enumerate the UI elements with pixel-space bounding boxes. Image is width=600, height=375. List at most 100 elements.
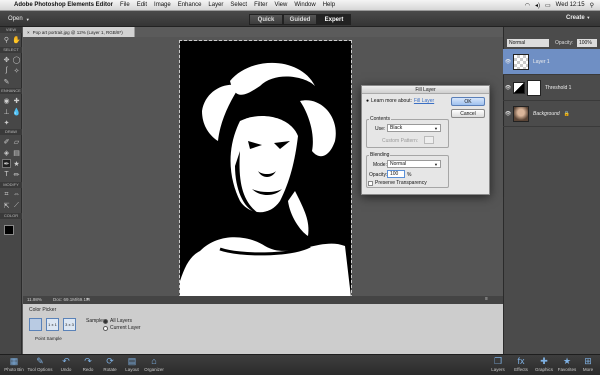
marquee-tool-icon[interactable]: ◯ [12, 55, 21, 64]
ok-button[interactable]: OK [451, 97, 485, 106]
mode-select[interactable]: Normal ▼ [387, 160, 441, 168]
fill-layer-dialog: Fill Layer ● Learn more about: Fill Laye… [361, 85, 490, 195]
zoom-tool-icon[interactable]: ⚲ [2, 35, 11, 44]
close-icon[interactable]: × [27, 30, 30, 35]
recompose-tool-icon[interactable]: ⇔ [12, 190, 21, 199]
magic-wand-tool-icon[interactable]: ✧ [12, 66, 21, 75]
section-color: COLOR [0, 213, 22, 219]
zoom-level[interactable]: 11.98% [27, 297, 42, 302]
more-button[interactable]: ⊞ More [574, 356, 600, 372]
open-button[interactable]: Open ▼ [4, 14, 34, 24]
clock[interactable]: Wed 12:15 [556, 2, 585, 8]
custom-pattern-label: Custom Pattern: [382, 138, 419, 144]
sponge-tool-icon[interactable]: ✦ [2, 118, 11, 127]
clone-stamp-tool-icon[interactable]: ⊥ [2, 107, 11, 116]
hand-tool-icon[interactable]: ✋ [12, 35, 21, 44]
panel-menu-icon[interactable]: ≡ [485, 296, 488, 302]
radio-unselected-icon[interactable] [103, 325, 108, 331]
tool-options-button[interactable]: ✎ Tool Options [26, 356, 54, 372]
custom-pattern-swatch[interactable] [424, 136, 434, 144]
layer-thumbnail [513, 105, 529, 122]
sample-current-layer-option[interactable]: Current Layer [103, 325, 141, 331]
cancel-button[interactable]: Cancel [451, 109, 485, 118]
layer-row-layer-1[interactable]: 👁 Layer 1 [503, 49, 600, 75]
sample-current-layer-label: Current Layer [110, 325, 141, 331]
dialog-opacity-field[interactable]: 100 [387, 170, 405, 178]
layer-row-background[interactable]: 👁 Background 🔒 [503, 101, 600, 127]
layer-opacity-field[interactable]: 100% [577, 39, 597, 47]
mode-quick[interactable]: Quick [249, 14, 283, 25]
menu-file[interactable]: File [120, 2, 130, 8]
preserve-transparency-row[interactable]: Preserve Transparency [368, 180, 427, 186]
create-button[interactable]: Create ▼ [566, 15, 590, 21]
organizer-label: Organizer [144, 367, 164, 372]
foreground-color-swatch[interactable] [4, 225, 14, 235]
tools-panel: VIEW ⚲ ✋ SELECT ✥ ◯ ʃ ✧ ✎ ENHANCE ◉ ✚ ⊥ … [0, 27, 22, 354]
menu-select[interactable]: Select [230, 2, 247, 8]
sample-all-layers-label: All Layers [110, 318, 132, 324]
custom-shape-tool-icon[interactable]: ★ [12, 159, 21, 168]
eraser-tool-icon[interactable]: ▱ [12, 137, 21, 146]
app-name-menu[interactable]: Adobe Photoshop Elements Editor [14, 2, 113, 8]
menu-edit[interactable]: Edit [137, 2, 147, 8]
menu-view[interactable]: View [274, 2, 287, 8]
sample-size-1x1[interactable]: 1 x 1 [46, 318, 59, 331]
content-aware-move-tool-icon[interactable]: ⇱ [2, 201, 11, 210]
layer-mask-thumbnail [527, 79, 541, 96]
straighten-tool-icon[interactable]: ⟋ [12, 201, 21, 210]
eye-icon[interactable]: 👁 [503, 85, 513, 91]
crop-tool-icon[interactable]: ⌗ [2, 190, 11, 199]
eyedropper-tool-icon[interactable]: ✒ [2, 159, 11, 168]
battery-icon[interactable]: ▭ [545, 2, 551, 9]
eye-icon[interactable]: 👁 [503, 59, 513, 65]
healing-brush-tool-icon[interactable]: ✚ [12, 96, 21, 105]
red-eye-tool-icon[interactable]: ◉ [2, 96, 11, 105]
blend-mode-select[interactable]: Normal [507, 39, 549, 47]
redo-label: Redo [82, 367, 94, 372]
photo-bin-button[interactable]: ▦ Photo Bin [0, 356, 28, 372]
radio-selected-icon[interactable] [103, 318, 108, 324]
learn-more-link[interactable]: Fill Layer [414, 98, 434, 104]
learn-more-row: ● Learn more about: Fill Layer [366, 98, 434, 104]
mode-guided[interactable]: Guided [283, 14, 317, 25]
eye-icon[interactable]: 👁 [503, 111, 513, 117]
status-bar: 11.98% Doc: 69.1M/69.1M ▸ ≡ [23, 296, 503, 304]
image-canvas[interactable] [179, 40, 352, 298]
layer-row-threshold-1[interactable]: 👁 Threshold 1 [503, 75, 600, 101]
menu-help[interactable]: Help [323, 2, 335, 8]
menu-window[interactable]: Window [294, 2, 315, 8]
photo-bin-icon: ▦ [9, 356, 19, 366]
gradient-tool-icon[interactable]: ▤ [12, 148, 21, 157]
menu-enhance[interactable]: Enhance [178, 2, 202, 8]
paint-bucket-tool-icon[interactable]: ◈ [2, 148, 11, 157]
menu-filter[interactable]: Filter [254, 2, 267, 8]
volume-icon[interactable]: ◂) [535, 2, 540, 9]
move-tool-icon[interactable]: ✥ [2, 55, 11, 64]
doc-size: Doc: 69.1M/69.1M [53, 297, 90, 302]
checkbox-icon[interactable] [368, 180, 373, 186]
lasso-tool-icon[interactable]: ʃ [2, 66, 11, 75]
mode-label: Mode: [373, 162, 387, 168]
menu-image[interactable]: Image [154, 2, 171, 8]
brush-tool-icon[interactable]: ✐ [2, 137, 11, 146]
use-select[interactable]: Black ▼ [387, 124, 441, 132]
organizer-button[interactable]: ⌂ Organizer [140, 356, 168, 372]
chevron-right-icon[interactable]: ▸ [87, 296, 89, 302]
undo-label: Undo [60, 367, 72, 372]
chevron-down-icon: ▼ [586, 15, 591, 20]
sample-size-3x3[interactable]: 3 x 3 [63, 318, 76, 331]
pencil-tool-icon[interactable]: ✏ [12, 170, 21, 179]
type-tool-icon[interactable]: T [2, 170, 11, 179]
sample-all-layers-option[interactable]: All Layers [103, 318, 132, 324]
menu-layer[interactable]: Layer [208, 2, 223, 8]
wifi-icon[interactable]: ◠ [525, 2, 530, 9]
eyedropper-sample-icon[interactable] [29, 318, 42, 331]
spotlight-icon[interactable]: ⚲ [590, 2, 594, 9]
quick-selection-tool-icon[interactable]: ✎ [2, 77, 11, 86]
more-label: More [582, 367, 594, 372]
blur-tool-icon[interactable]: 💧 [12, 107, 21, 116]
create-label: Create [566, 15, 585, 21]
layers-label: Layers [491, 367, 505, 372]
document-tab[interactable]: × Pop art portrait.jpg @ 12% (Layer 1, R… [23, 27, 135, 37]
mode-expert[interactable]: Expert [317, 14, 351, 25]
